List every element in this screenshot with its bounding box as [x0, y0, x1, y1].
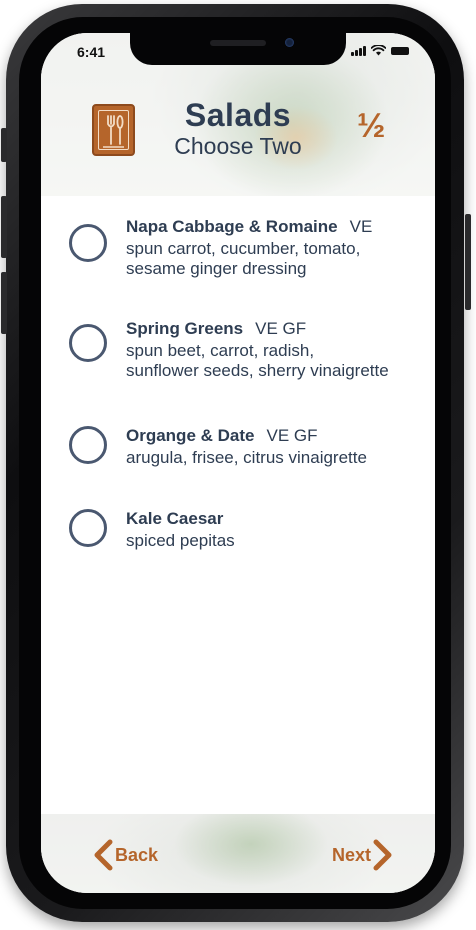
chevron-right-icon — [373, 839, 392, 871]
description-line: spun beet, carrot, radish, — [126, 341, 315, 360]
option-description: spun carrot, cucumber, tomato, sesame gi… — [126, 239, 423, 279]
power-button — [465, 214, 471, 310]
description-line: sesame ginger dressing — [126, 259, 307, 278]
option-name: Kale Caesar — [126, 509, 224, 528]
dietary-tags: VE — [349, 217, 373, 236]
description-line: sunflower seeds, sherry vinaigrette — [126, 361, 389, 380]
option-text: Kale Caesar spiced pepitas — [126, 509, 423, 551]
option-description: spiced pepitas — [126, 531, 423, 551]
dietary-tags: VE GF — [266, 426, 318, 445]
status-time: 6:41 — [77, 44, 106, 60]
next-label: Next — [331, 844, 371, 865]
radio-button[interactable] — [69, 426, 107, 464]
front-camera — [285, 38, 294, 47]
description-line: spun carrot, cucumber, tomato, — [126, 239, 361, 258]
next-button[interactable]: Next — [332, 839, 393, 871]
description-line: spiced pepitas — [126, 531, 235, 550]
earpiece-speaker — [210, 40, 266, 46]
option-name: Napa Cabbage & Romaine — [126, 217, 338, 236]
chevron-left-icon — [94, 839, 113, 871]
back-label: Back — [115, 844, 159, 865]
description-line: arugula, frisee, citrus vinaigrette — [126, 448, 367, 467]
status-icons — [351, 45, 409, 56]
signal-icon — [351, 45, 366, 56]
radio-button[interactable] — [69, 324, 107, 362]
option-description: spun beet, carrot, radish, sunflower see… — [126, 341, 423, 381]
wifi-icon — [371, 45, 386, 56]
option-text: Napa Cabbage & Romaine VE spun carrot, cu… — [126, 217, 423, 279]
option-text: Spring Greens VE GF spun beet, carrot, ra… — [126, 319, 423, 381]
dietary-tags: VE GF — [255, 319, 307, 338]
radio-button[interactable] — [69, 224, 107, 262]
option-description: arugula, frisee, citrus vinaigrette — [126, 448, 423, 468]
back-button[interactable]: Back — [93, 839, 158, 871]
radio-button[interactable] — [69, 509, 107, 547]
step-counter: ½ — [357, 107, 386, 145]
option-name: Spring Greens — [126, 319, 244, 338]
option-name: Organge & Date — [126, 426, 255, 445]
option-text: Organge & Date VE GF arugula, frisee, cit… — [126, 426, 423, 468]
volume-up-button — [1, 196, 7, 258]
notch — [130, 33, 346, 65]
volume-down-button — [1, 272, 7, 334]
app-screen: 6:41 Salads Choose Two ½ Napa Cabbage & … — [41, 33, 435, 893]
battery-icon — [391, 46, 409, 55]
silent-switch — [1, 128, 7, 162]
device-mockup: 6:41 Salads Choose Two ½ Napa Cabbage & … — [0, 0, 476, 930]
